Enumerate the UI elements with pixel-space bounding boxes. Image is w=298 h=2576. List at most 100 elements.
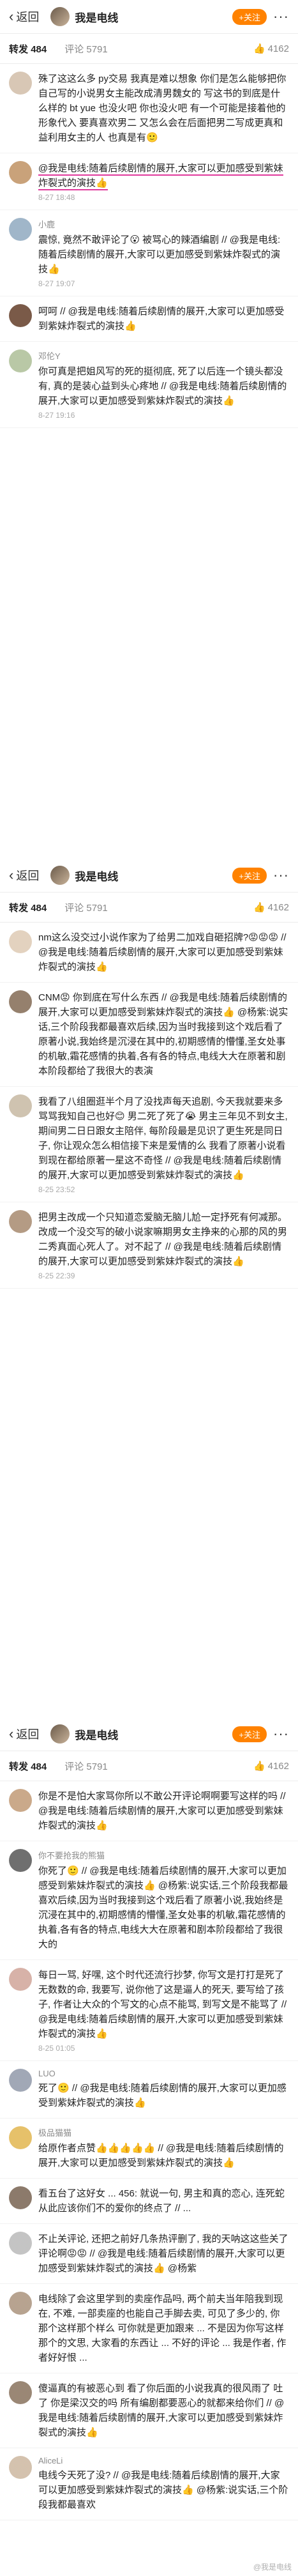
tab-comment-label: 评论 bbox=[64, 902, 84, 914]
comment-username[interactable]: 邓伦Y bbox=[38, 349, 289, 362]
list-item[interactable]: nm这么没交过小说作家为了给男二加戏自砸招牌?😡😡😡 // @我是电线:随着后续… bbox=[0, 923, 298, 983]
comment-body: AliceLi 电线今天死了没? // @我是电线:随着后续剧情的展开,大家可以… bbox=[38, 2456, 289, 2512]
comment-text: 电线除了会这里学到的卖座作品吗, 两个前夫当年陪我到现在, 不难, 一部卖座的也… bbox=[38, 2294, 287, 2363]
list-item[interactable]: 电线除了会这里学到的卖座作品吗, 两个前夫当年陪我到现在, 不难, 一部卖座的也… bbox=[0, 2284, 298, 2373]
comment-body: 殊了这这么多 py交易 我真是难以想象 你们是怎么能够把你自己写的小说男女主能改… bbox=[38, 72, 289, 145]
list-item[interactable]: 不止关评论, 还把之前好几条热评删了, 我的天呐这这些关了评论啊😡😡 // @我… bbox=[0, 2224, 298, 2284]
list-item[interactable]: 我看了八组圈逛半个月了没找声每天追剧, 今天我就要来多骂骂我知自己也好😊 男二死… bbox=[0, 1087, 298, 1202]
comment-body: 不止关评论, 还把之前好几条热评删了, 我的天呐这这些关了评论啊😡😡 // @我… bbox=[38, 2232, 289, 2276]
comment-username[interactable]: 小鹿 bbox=[38, 218, 289, 230]
back-button[interactable]: ‹ 返回 bbox=[9, 8, 39, 25]
avatar[interactable] bbox=[50, 7, 70, 26]
tab-comment[interactable]: 评论 5791 bbox=[64, 901, 108, 914]
comment-time: 8-27 19:16 bbox=[38, 411, 75, 420]
list-item[interactable]: AliceLi 电线今天死了没? // @我是电线:随着后续剧情的展开,大家可以… bbox=[0, 2448, 298, 2520]
comment-text: 你是不是怕大家骂你所以不敢公开评论啊啊要写这样的吗 // @我是电线:随着后续剧… bbox=[38, 1791, 286, 1831]
comment-time: 8-27 19:07 bbox=[38, 279, 75, 288]
avatar[interactable] bbox=[9, 161, 32, 184]
watermark: @我是电线 bbox=[253, 2563, 292, 2572]
avatar[interactable] bbox=[9, 2456, 32, 2479]
tab-comment-count: 5791 bbox=[86, 1761, 108, 1772]
more-icon[interactable]: ··· bbox=[273, 8, 289, 25]
list-item[interactable]: 你不要抢我的熊猫 你死了🙂 // @我是电线:随着后续剧情的展开,大家可以更加感… bbox=[0, 1841, 298, 1960]
tabs: 转发 484 评论 5791 👍 4162 bbox=[0, 1751, 298, 1781]
comment-text: 呵呵 // @我是电线:随着后续剧情的展开,大家可以更加感受到紫妹炸裂式的演技👍 bbox=[38, 306, 285, 332]
title-group: 我是电线 bbox=[50, 7, 232, 26]
avatar[interactable] bbox=[9, 2186, 32, 2209]
comment-text: 我看了八组圈逛半个月了没找声每天追剧, 今天我就要来多骂骂我知自己也好😊 男二死… bbox=[38, 1096, 288, 1181]
tab-comment[interactable]: 评论 5791 bbox=[64, 1759, 108, 1773]
list-item[interactable]: LUO 死了🙂 // @我是电线:随着后续剧情的展开,大家可以更加感受到紫妹炸裂… bbox=[0, 2061, 298, 2119]
comment-text: 震惊, 竟然不敢评论了😮 被骂心的辣酒编剧 // @我是电线:随着后续剧情的展开… bbox=[38, 234, 281, 275]
page-title: 我是电线 bbox=[75, 12, 119, 24]
comment-body: 你不要抢我的熊猫 你死了🙂 // @我是电线:随着后续剧情的展开,大家可以更加感… bbox=[38, 1849, 289, 1952]
avatar[interactable] bbox=[9, 1849, 32, 1872]
comment-username[interactable]: 你不要抢我的熊猫 bbox=[38, 1849, 289, 1861]
avatar[interactable] bbox=[9, 2292, 32, 2315]
comment-text: 你死了🙂 // @我是电线:随着后续剧情的展开,大家可以更加感受到紫妹炸裂式的演… bbox=[38, 1866, 288, 1950]
tab-like[interactable]: 👍 4162 bbox=[253, 901, 289, 914]
list-item[interactable]: 你是不是怕大家骂你所以不敢公开评论啊啊要写这样的吗 // @我是电线:随着后续剧… bbox=[0, 1781, 298, 1841]
comment-username[interactable]: 极品猫猫 bbox=[38, 2126, 289, 2138]
avatar[interactable] bbox=[9, 1789, 32, 1812]
page-title: 我是电线 bbox=[75, 870, 119, 883]
more-icon[interactable]: ··· bbox=[273, 1726, 289, 1742]
avatar[interactable] bbox=[50, 866, 70, 885]
avatar[interactable] bbox=[9, 349, 32, 372]
list-item[interactable]: 每日一骂, 好嘿, 这个时代还流行抄梦, 你写文是打打是死了无数数的命, 我要写… bbox=[0, 1960, 298, 2061]
avatar[interactable] bbox=[9, 2232, 32, 2255]
tab-comment-label: 评论 bbox=[64, 43, 84, 55]
tab-like[interactable]: 👍 4162 bbox=[253, 43, 289, 55]
tab-comment[interactable]: 评论 5791 bbox=[64, 42, 108, 56]
like-icon: 👍 bbox=[253, 43, 265, 54]
follow-button[interactable]: +关注 bbox=[232, 1726, 267, 1742]
more-icon[interactable]: ··· bbox=[273, 867, 289, 884]
title-group: 我是电线 bbox=[50, 1724, 232, 1744]
avatar[interactable] bbox=[9, 72, 32, 95]
avatar[interactable] bbox=[9, 304, 32, 327]
avatar[interactable] bbox=[9, 990, 32, 1013]
comment-username[interactable]: LUO bbox=[38, 2069, 289, 2078]
list-item[interactable]: 呵呵 // @我是电线:随着后续剧情的展开,大家可以更加感受到紫妹炸裂式的演技👍 bbox=[0, 296, 298, 342]
list-item[interactable]: CNM😡 你到底在写什么东西 // @我是电线:随着后续剧情的展开,大家可以更加… bbox=[0, 983, 298, 1087]
list-item[interactable]: 极品猫猫 给原作者点赞👍👍👍👍👍 // @我是电线:随着后续剧情的展开,大家可以… bbox=[0, 2119, 298, 2179]
list-item[interactable]: 小鹿 震惊, 竟然不敢评论了😮 被骂心的辣酒编剧 // @我是电线:随着后续剧情… bbox=[0, 210, 298, 296]
list-item[interactable]: 殊了这这么多 py交易 我真是难以想象 你们是怎么能够把你自己写的小说男女主能改… bbox=[0, 64, 298, 153]
list-item[interactable]: 傻逼真的有被恶心到 看了你后面的小说我真的很风雨了 吐了 你是梁汉交的吗 所有编… bbox=[0, 2373, 298, 2448]
avatar[interactable] bbox=[9, 218, 32, 241]
tab-repost[interactable]: 转发 484 bbox=[9, 1759, 47, 1773]
tab-repost[interactable]: 转发 484 bbox=[9, 901, 47, 914]
list-item[interactable]: 把男主改成一个只知道恋爱脑无脑儿尬一定抒死有何减那。改成一个没交写的破小说家嘛期… bbox=[0, 1202, 298, 1289]
back-button[interactable]: ‹ 返回 bbox=[9, 867, 39, 884]
avatar[interactable] bbox=[9, 930, 32, 953]
comment-body: 电线除了会这里学到的卖座作品吗, 两个前夫当年陪我到现在, 不难, 一部卖座的也… bbox=[38, 2292, 289, 2365]
back-button[interactable]: ‹ 返回 bbox=[9, 1726, 39, 1742]
avatar[interactable] bbox=[9, 2069, 32, 2092]
avatar[interactable] bbox=[9, 2381, 32, 2404]
comment-text: 每日一骂, 好嘿, 这个时代还流行抄梦, 你写文是打打是死了无数数的命, 我要写… bbox=[38, 1970, 287, 2039]
follow-button[interactable]: +关注 bbox=[232, 8, 267, 25]
tab-repost[interactable]: 转发 484 bbox=[9, 42, 47, 56]
follow-button[interactable]: +关注 bbox=[232, 867, 267, 884]
avatar[interactable] bbox=[50, 1724, 70, 1744]
avatar[interactable] bbox=[9, 1968, 32, 1991]
comment-username[interactable]: AliceLi bbox=[38, 2456, 289, 2465]
avatar[interactable] bbox=[9, 2126, 32, 2149]
avatar[interactable] bbox=[9, 1094, 32, 1117]
like-icon: 👍 bbox=[253, 1761, 265, 1772]
avatar[interactable] bbox=[9, 1210, 32, 1233]
comment-text: 电线今天死了没? // @我是电线:随着后续剧情的展开,大家可以更加感受到紫妹炸… bbox=[38, 2470, 288, 2510]
list-item[interactable]: @我是电线:随着后续剧情的展开,大家可以更加感受到紫妹炸裂式的演技👍 8-27 … bbox=[0, 153, 298, 210]
comment-body: 把男主改成一个只知道恋爱脑无脑儿尬一定抒死有何减那。改成一个没交写的破小说家嘛期… bbox=[38, 1210, 289, 1280]
comment-time: 8-25 23:52 bbox=[38, 1185, 75, 1194]
list-item[interactable]: 邓伦Y 你可真是把姐风写的死的挺彻底, 死了以后连一个镜头都没有, 真的是装心益… bbox=[0, 342, 298, 428]
comment-time: 8-27 18:48 bbox=[38, 193, 75, 202]
comment-text: CNM😡 你到底在写什么东西 // @我是电线:随着后续剧情的展开,大家可以更加… bbox=[38, 992, 288, 1077]
tab-repost-count: 484 bbox=[31, 1761, 47, 1772]
list-item[interactable]: 看五台了这好女 ... 456: 就说一句, 男主和真的恋心, 连死蛇从此应该你… bbox=[0, 2179, 298, 2224]
comment-text: 不止关评论, 还把之前好几条热评删了, 我的天呐这这些关了评论啊😡😡 // @我… bbox=[38, 2234, 288, 2274]
comment-body: 每日一骂, 好嘿, 这个时代还流行抄梦, 你写文是打打是死了无数数的命, 我要写… bbox=[38, 1968, 289, 2053]
chevron-left-icon: ‹ bbox=[9, 8, 14, 24]
tab-like[interactable]: 👍 4162 bbox=[253, 1760, 289, 1772]
comment-body: nm这么没交过小说作家为了给男二加戏自砸招牌?😡😡😡 // @我是电线:随着后续… bbox=[38, 930, 289, 974]
